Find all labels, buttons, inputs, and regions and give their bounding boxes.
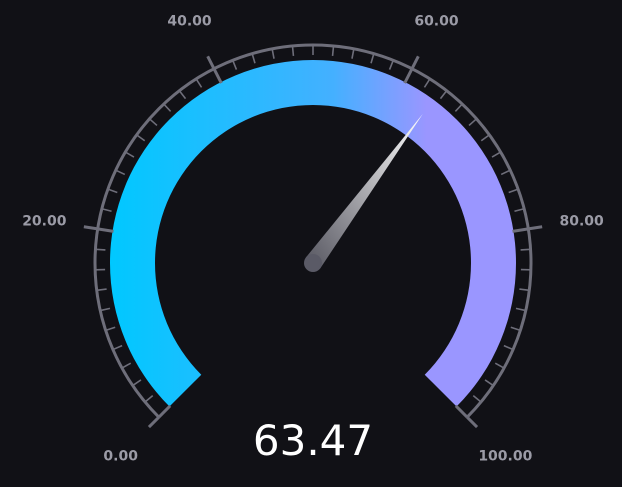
major-tick-outer (466, 416, 479, 429)
major-tick (157, 404, 172, 419)
gauge-svg: 0.00 20.00 40.00 60.00 80.00 100.00 63.47 (22, 14, 605, 465)
minor-tick (472, 394, 482, 403)
major-tick (454, 404, 469, 419)
minor-tick (96, 288, 107, 292)
major-tick-outer (83, 225, 98, 231)
minor-tick (232, 60, 238, 70)
minor-tick (95, 248, 106, 251)
minor-tick (503, 344, 514, 351)
minor-tick (136, 134, 146, 142)
minor-tick (163, 103, 172, 112)
minor-tick (100, 307, 111, 312)
major-tick-outer (206, 55, 216, 70)
minor-tick (105, 326, 116, 332)
major-tick-outer (410, 55, 420, 70)
tick-label: 100.00 (478, 448, 532, 464)
minor-tick (331, 45, 335, 56)
gauge-widget: 0.00 20.00 40.00 60.00 80.00 100.00 63.47 (0, 0, 622, 487)
minor-tick (510, 326, 521, 332)
major-tick (212, 68, 223, 84)
gauge-needle (304, 114, 423, 272)
minor-tick (519, 288, 530, 292)
minor-tick (500, 169, 511, 176)
major-tick-outer (147, 416, 160, 429)
major-tick (512, 227, 529, 233)
gauge-value-readout: 63.47 (253, 416, 373, 465)
minor-tick (494, 362, 505, 369)
tick-label: 80.00 (560, 213, 605, 229)
minor-tick (508, 188, 519, 194)
minor-tick (515, 307, 526, 312)
minor-tick (115, 169, 126, 176)
minor-tick (439, 90, 448, 100)
minor-tick (178, 90, 187, 100)
minor-tick (121, 362, 132, 369)
major-tick (403, 68, 414, 84)
minor-tick (484, 379, 494, 387)
minor-tick (423, 78, 431, 88)
minor-tick (514, 208, 525, 213)
minor-tick (107, 188, 118, 194)
minor-tick (454, 103, 463, 112)
minor-tick (491, 151, 502, 158)
minor-tick (132, 379, 142, 387)
minor-tick (388, 60, 394, 70)
minor-tick (271, 48, 275, 59)
minor-tick (144, 394, 154, 403)
minor-tick (101, 208, 112, 213)
minor-tick (480, 134, 490, 142)
minor-tick (291, 45, 295, 56)
minor-tick (351, 48, 355, 59)
tick-label: 40.00 (167, 14, 212, 30)
minor-tick (251, 53, 256, 64)
needle-hub (304, 254, 322, 272)
gauge-color-band (109, 59, 516, 407)
minor-tick (148, 118, 158, 127)
needle-pointer (305, 114, 423, 269)
minor-tick (112, 344, 123, 351)
minor-tick (124, 151, 135, 158)
tick-label: 20.00 (22, 213, 67, 229)
tick-label: 0.00 (103, 448, 138, 464)
minor-tick (370, 53, 375, 64)
major-tick (97, 227, 114, 233)
major-tick-outer (528, 225, 543, 231)
minor-tick (520, 248, 531, 251)
minor-tick (195, 78, 203, 88)
minor-tick (468, 118, 478, 127)
tick-label: 60.00 (414, 14, 459, 30)
